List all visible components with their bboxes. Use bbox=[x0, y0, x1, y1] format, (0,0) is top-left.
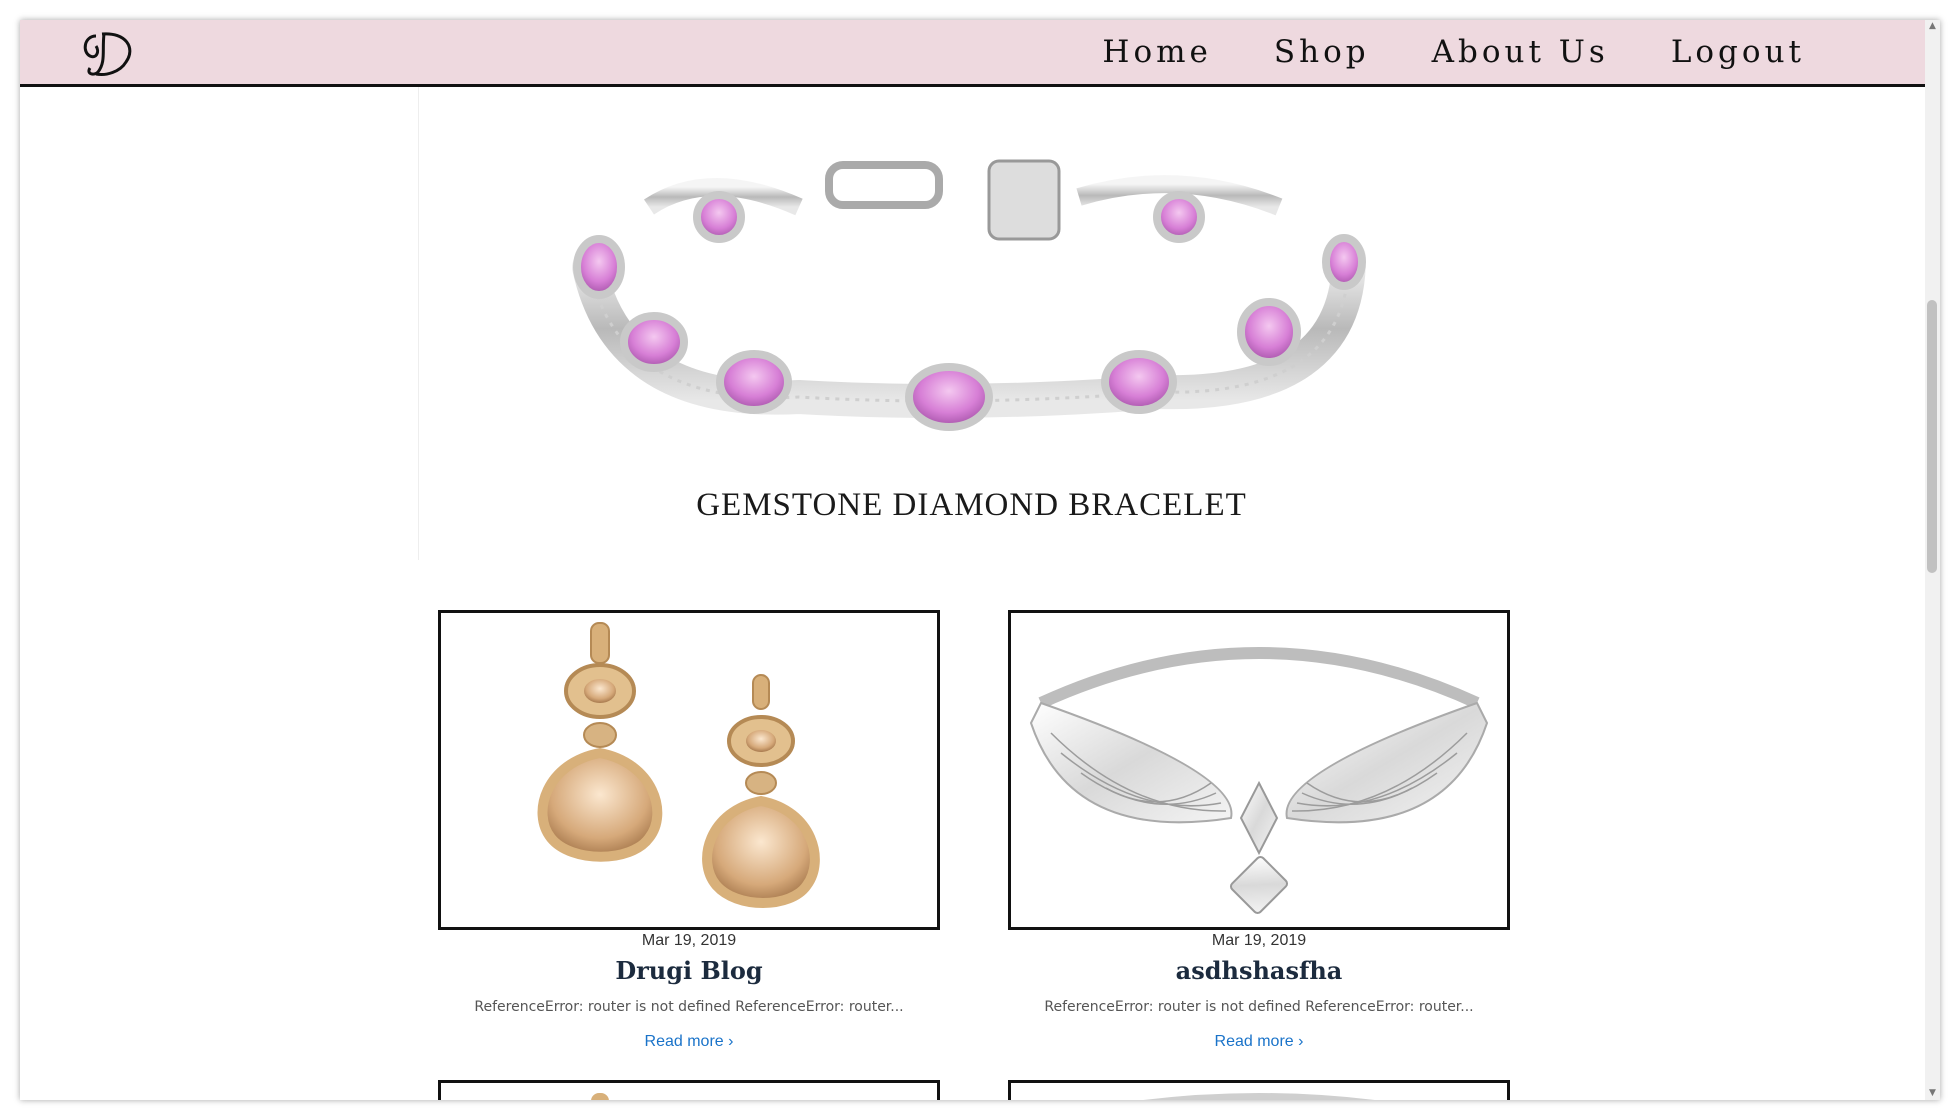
blog-card[interactable]: Mar 19, 2019 Drugi Blog ReferenceError: … bbox=[438, 610, 940, 1051]
nav-shop-link[interactable]: Shop bbox=[1274, 34, 1370, 70]
earrings-image[interactable] bbox=[438, 610, 940, 930]
top-navbar: Home Shop About Us Logout bbox=[20, 20, 1925, 87]
nav-about-link[interactable]: About Us bbox=[1432, 34, 1609, 70]
post-date: Mar 19, 2019 bbox=[1211, 932, 1307, 949]
post-excerpt: ReferenceError: router is not defined Re… bbox=[1044, 999, 1474, 1015]
browser-viewport: Home Shop About Us Logout GEMSTONE DIAMO… bbox=[20, 20, 1940, 1100]
vertical-scrollbar[interactable]: ▲ ▼ bbox=[1925, 20, 1940, 1100]
nav-links: Home Shop About Us Logout bbox=[1102, 20, 1805, 84]
brand-logo[interactable] bbox=[76, 26, 140, 80]
read-more-link[interactable]: Read more › bbox=[1008, 1033, 1510, 1051]
scroll-down-icon[interactable]: ▼ bbox=[1928, 1089, 1937, 1098]
necklace-image[interactable] bbox=[1008, 610, 1510, 930]
blog-card-partial[interactable] bbox=[438, 1080, 940, 1100]
post-title[interactable]: Drugi Blog bbox=[438, 956, 940, 985]
nav-home-link[interactable]: Home bbox=[1102, 34, 1211, 70]
post-title[interactable]: asdhshasfha bbox=[1008, 956, 1510, 985]
blog-card-partial[interactable] bbox=[1008, 1080, 1510, 1100]
post-date: Mar 19, 2019 bbox=[641, 932, 737, 949]
blog-card[interactable]: Mar 19, 2019 asdhshasfha ReferenceError:… bbox=[1008, 610, 1510, 1051]
featured-product[interactable]: GEMSTONE DIAMOND BRACELET bbox=[418, 87, 1523, 560]
scroll-up-icon[interactable]: ▲ bbox=[1928, 22, 1937, 31]
read-more-link[interactable]: Read more › bbox=[438, 1033, 940, 1051]
post-excerpt: ReferenceError: router is not defined Re… bbox=[474, 999, 904, 1015]
nav-logout-link[interactable]: Logout bbox=[1671, 34, 1805, 70]
bracelet-image bbox=[559, 147, 1379, 437]
scrollbar-thumb[interactable] bbox=[1927, 300, 1937, 573]
featured-title: GEMSTONE DIAMOND BRACELET bbox=[696, 487, 1247, 523]
